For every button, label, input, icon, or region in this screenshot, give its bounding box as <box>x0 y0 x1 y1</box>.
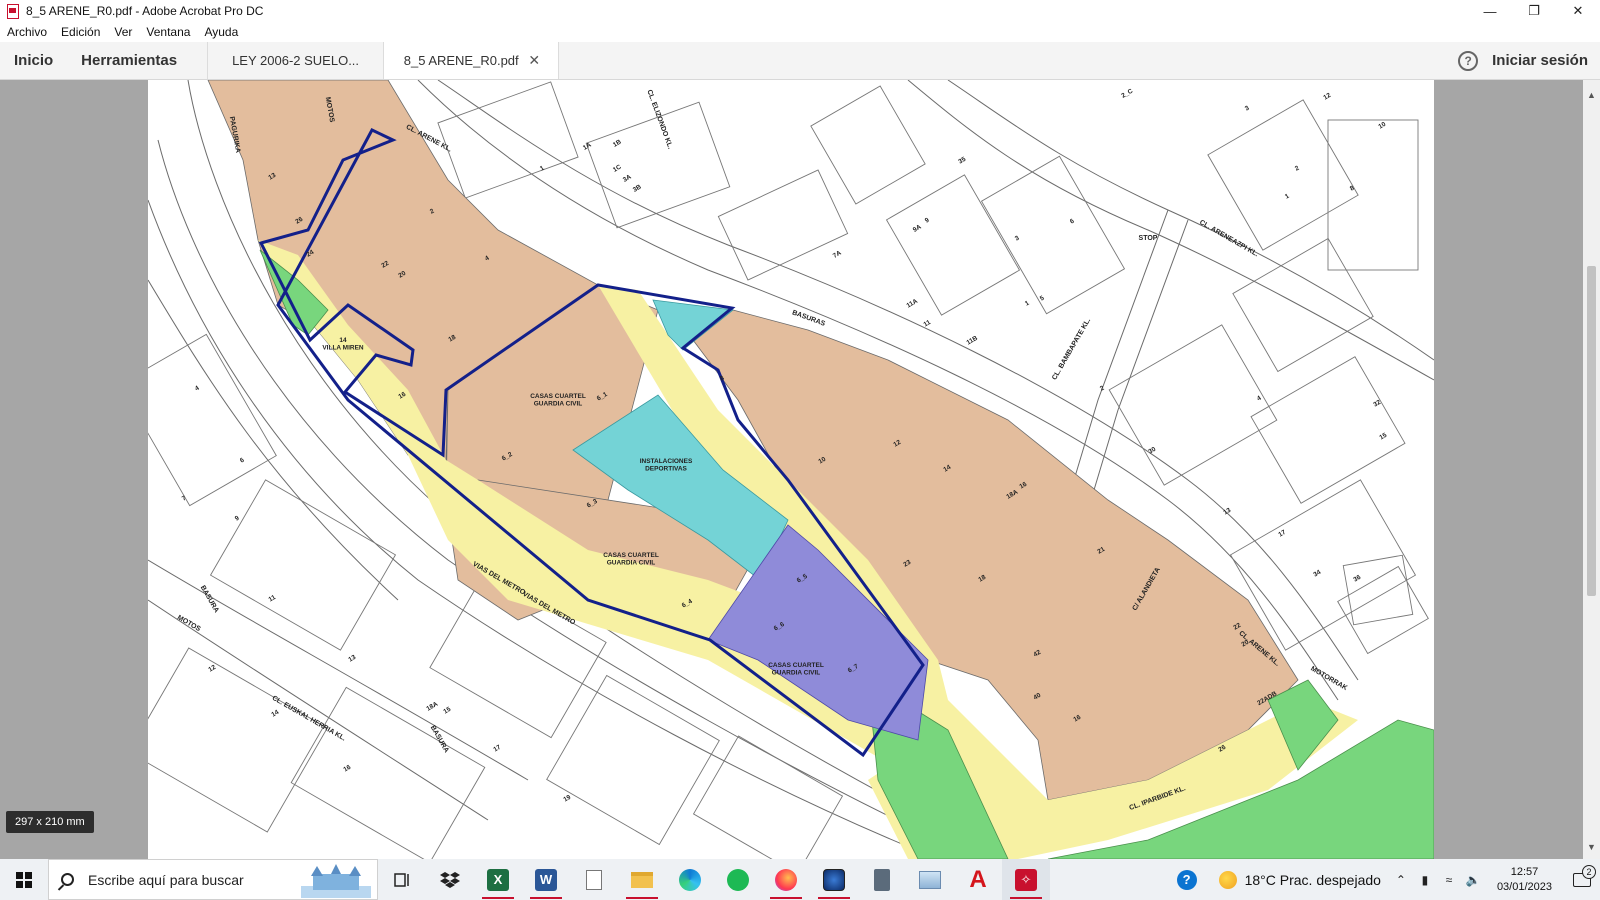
vertical-scrollbar[interactable]: ▲ ▼ <box>1583 80 1600 859</box>
page-size-indicator: 297 x 210 mm <box>6 811 94 833</box>
tab-label: 8_5 ARENE_R0.pdf <box>403 53 519 68</box>
map-label: 14 <box>339 337 347 344</box>
weather-widget[interactable]: 18°C Prac. despejado <box>1211 870 1389 889</box>
search-highlight-illustration-icon <box>301 864 371 898</box>
map-label: CASAS CUARTEL <box>768 662 824 669</box>
menu-edicion[interactable]: Edición <box>61 25 100 39</box>
menu-bar: Archivo Edición Ver Ventana Ayuda <box>0 22 1600 42</box>
tab-bar: Inicio Herramientas LEY 2006-2 SUELO... … <box>0 42 1600 80</box>
notification-count: 2 <box>1582 864 1596 879</box>
start-button[interactable] <box>0 859 48 900</box>
notifications-button[interactable]: 2 <box>1564 864 1600 887</box>
excel-icon: X <box>487 868 509 891</box>
acrobat-pro-icon: ✧ <box>1015 868 1037 891</box>
wifi-icon[interactable]: ≈ <box>1437 873 1461 887</box>
clock-date: 03/01/2023 <box>1496 880 1552 893</box>
folder-icon <box>631 871 653 888</box>
calculator-icon <box>874 868 890 891</box>
scroll-up-icon[interactable]: ▲ <box>1583 86 1600 103</box>
menu-ayuda[interactable]: Ayuda <box>204 25 238 39</box>
map-label: GUARDIA CIVIL <box>607 560 656 567</box>
taskbar: Escribe aquí para buscar X W A ✧ ? 18°C … <box>0 859 1600 900</box>
menu-ventana[interactable]: Ventana <box>146 25 190 39</box>
task-view-icon <box>394 872 409 887</box>
window-title: 8_5 ARENE_R0.pdf - Adobe Acrobat Pro DC <box>26 4 264 18</box>
urban-plan-map: CL. ARENE KL. CL. ELIZONDO KL.CL. ARENEAZ… <box>148 80 1434 859</box>
calculator-button[interactable] <box>858 859 906 900</box>
help-icon: ? <box>1458 50 1479 71</box>
acrobat-reader-button[interactable]: A <box>954 859 1002 900</box>
help-circle-icon: ? <box>1176 869 1197 890</box>
pdf-page[interactable]: CL. ARENE KL. CL. ELIZONDO KL. CL. ARENEAZ… <box>148 80 1434 859</box>
globe-icon <box>823 868 845 891</box>
clock[interactable]: 12:57 03/01/2023 <box>1485 865 1564 895</box>
chevron-up-icon[interactable]: ⌃ <box>1389 873 1413 887</box>
sun-icon <box>1218 870 1237 889</box>
image-viewer-icon <box>919 870 941 889</box>
system-tray: ? 18°C Prac. despejado ⌃ ▮ ≈ 🔈 12:57 03/… <box>1163 859 1600 900</box>
help-tray-button[interactable]: ? <box>1163 859 1211 900</box>
search-placeholder: Escribe aquí para buscar <box>88 871 244 888</box>
weather-text: 18°C Prac. despejado <box>1244 871 1381 888</box>
map-label: GUARDIA CIVIL <box>772 670 821 677</box>
map-label: VILLA MIREN <box>322 345 364 352</box>
firefox-button[interactable] <box>762 859 810 900</box>
search-icon <box>61 873 74 886</box>
word-icon: W <box>535 868 557 891</box>
edge-button[interactable] <box>666 859 714 900</box>
task-view-button[interactable] <box>378 859 426 900</box>
home-button[interactable]: Inicio <box>0 42 67 79</box>
tools-button[interactable]: Herramientas <box>67 42 191 79</box>
map-label: DEPORTIVAS <box>645 466 687 473</box>
tab-ley-2006[interactable]: LEY 2006-2 SUELO... <box>207 42 383 79</box>
firefox-icon <box>775 868 797 891</box>
scroll-thumb[interactable] <box>1587 266 1596 596</box>
file-explorer-button[interactable] <box>618 859 666 900</box>
dropbox-icon <box>440 871 460 888</box>
title-bar: 8_5 ARENE_R0.pdf - Adobe Acrobat Pro DC … <box>0 0 1600 22</box>
battery-icon[interactable]: ▮ <box>1413 873 1437 887</box>
notepad-button[interactable] <box>570 859 618 900</box>
word-button[interactable]: W <box>522 859 570 900</box>
excel-button[interactable]: X <box>474 859 522 900</box>
photos-button[interactable] <box>906 859 954 900</box>
tab-label: LEY 2006-2 SUELO... <box>232 53 360 68</box>
signin-button[interactable]: Iniciar sesión <box>1492 42 1600 79</box>
menu-archivo[interactable]: Archivo <box>7 25 47 39</box>
taskbar-search[interactable]: Escribe aquí para buscar <box>48 859 378 900</box>
speaker-muted-icon[interactable]: 🔈 <box>1461 873 1485 887</box>
document-icon <box>586 869 602 890</box>
windows-logo-icon <box>16 871 32 888</box>
document-viewport[interactable]: CL. ARENE KL. CL. ELIZONDO KL. CL. ARENEAZ… <box>0 80 1600 859</box>
close-tab-icon[interactable]: ✕ <box>528 52 540 69</box>
minimize-button[interactable]: — <box>1468 0 1512 22</box>
acrobat-icon <box>6 4 20 19</box>
map-label: INSTALACIONES <box>640 458 693 465</box>
globe-app-button[interactable] <box>810 859 858 900</box>
map-label: STOP <box>1139 235 1158 242</box>
help-button[interactable]: ? <box>1458 42 1492 79</box>
spotify-button[interactable] <box>714 859 762 900</box>
close-window-button[interactable]: ✕ <box>1556 0 1600 22</box>
acrobat-pro-button[interactable]: ✧ <box>1002 859 1050 900</box>
map-label: GUARDIA CIVIL <box>534 401 583 408</box>
spotify-icon <box>727 868 749 891</box>
menu-ver[interactable]: Ver <box>114 25 132 39</box>
acrobat-a-icon: A <box>969 865 987 893</box>
map-label: CASAS CUARTEL <box>530 393 586 400</box>
map-label: CASAS CUARTEL <box>603 552 659 559</box>
scroll-down-icon[interactable]: ▼ <box>1583 838 1600 855</box>
tab-arene-pdf[interactable]: 8_5 ARENE_R0.pdf ✕ <box>383 42 560 79</box>
clock-time: 12:57 <box>1510 865 1539 878</box>
restore-button[interactable]: ❐ <box>1512 0 1556 22</box>
dropbox-button[interactable] <box>426 859 474 900</box>
edge-icon <box>679 868 701 891</box>
